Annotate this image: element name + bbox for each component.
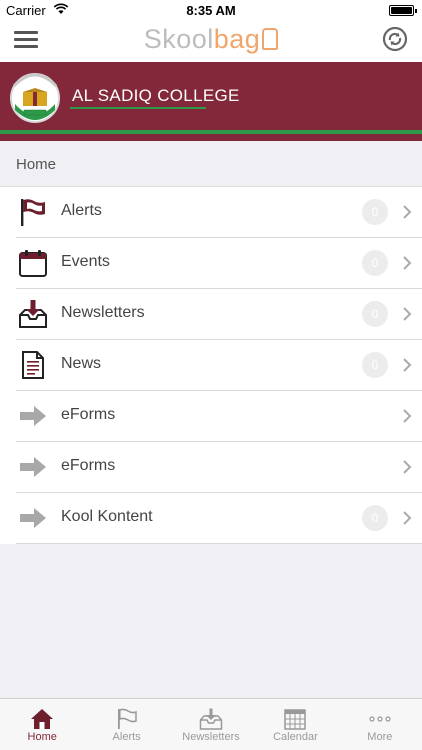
list-item-newsletters[interactable]: Newsletters 0 — [0, 289, 422, 340]
arrow-right-icon — [20, 406, 46, 426]
tab-calendar[interactable]: Calendar — [253, 699, 337, 750]
backpack-icon — [262, 28, 279, 50]
list-item-kool-kontent[interactable]: Kool Kontent 0 — [0, 493, 422, 544]
tab-more[interactable]: More — [338, 699, 422, 750]
list-item-label: eForms — [61, 406, 116, 423]
inbox-download-icon — [199, 708, 223, 730]
tab-label: Home — [27, 731, 57, 743]
chevron-right-icon — [403, 256, 412, 270]
list-item-eforms[interactable]: eForms — [0, 391, 422, 442]
list-item-label: Events — [61, 253, 110, 270]
school-name-underline — [70, 107, 206, 109]
logo-text-bag: bag — [213, 24, 261, 54]
status-time: 8:35 AM — [186, 3, 236, 18]
nav-bar: Skoolbag — [0, 22, 422, 62]
list-item-events[interactable]: Events 0 — [0, 238, 422, 289]
list-item-label: eForms — [61, 457, 116, 474]
school-crest-icon — [10, 73, 60, 123]
flag-icon — [117, 708, 137, 729]
chevron-right-icon — [403, 409, 412, 423]
count-badge: 0 — [362, 199, 388, 225]
document-icon — [22, 351, 44, 379]
count-badge: 0 — [362, 250, 388, 276]
tab-home[interactable]: Home — [0, 699, 84, 750]
chevron-right-icon — [403, 511, 412, 525]
logo-text-skool: Skool — [143, 24, 214, 54]
list-item-label: Newsletters — [61, 304, 145, 321]
list-item-alerts[interactable]: Alerts 0 — [0, 187, 422, 238]
school-name: AL SADIQ COLLEGE — [72, 86, 240, 105]
calendar-grid-icon — [284, 709, 307, 730]
arrow-right-icon — [20, 457, 46, 477]
count-badge: 0 — [362, 352, 388, 378]
flag-icon — [21, 199, 45, 226]
skoolbag-logo: Skoolbag — [0, 24, 422, 55]
chevron-right-icon — [403, 460, 412, 474]
home-menu-list: Alerts 0 Events 0 Newsletters 0 News 0 e… — [0, 187, 422, 544]
list-item-label: Alerts — [61, 202, 102, 219]
battery-icon — [389, 5, 417, 16]
list-item-eforms[interactable]: eForms — [0, 442, 422, 493]
chevron-right-icon — [403, 358, 412, 372]
more-dots-icon — [369, 716, 391, 722]
banner-green-stripe — [0, 130, 422, 134]
sync-icon — [382, 26, 408, 52]
tab-label: Calendar — [273, 731, 318, 743]
arrow-right-icon — [20, 508, 46, 528]
calendar-icon — [19, 250, 47, 277]
section-header: Home — [0, 141, 422, 187]
count-badge: 0 — [362, 301, 388, 327]
tab-label: Alerts — [112, 731, 141, 743]
status-bar: Carrier 8:35 AM — [0, 0, 422, 22]
sync-button[interactable] — [382, 26, 408, 52]
chevron-right-icon — [403, 307, 412, 321]
inbox-download-icon — [19, 300, 47, 328]
school-banner: AL SADIQ COLLEGE — [0, 62, 422, 141]
tab-alerts[interactable]: Alerts — [84, 699, 168, 750]
tab-label: Newsletters — [182, 731, 240, 743]
list-item-label: News — [61, 355, 102, 372]
tab-label: More — [367, 731, 393, 743]
count-badge: 0 — [362, 505, 388, 531]
list-item-news[interactable]: News 0 — [0, 340, 422, 391]
section-title: Home — [16, 156, 57, 173]
bottom-tab-bar: Home Alerts Newsletters Calendar More — [0, 698, 422, 750]
list-item-label: Kool Kontent — [61, 508, 153, 525]
tab-newsletters[interactable]: Newsletters — [169, 699, 253, 750]
chevron-right-icon — [403, 205, 412, 219]
home-icon — [31, 709, 54, 729]
